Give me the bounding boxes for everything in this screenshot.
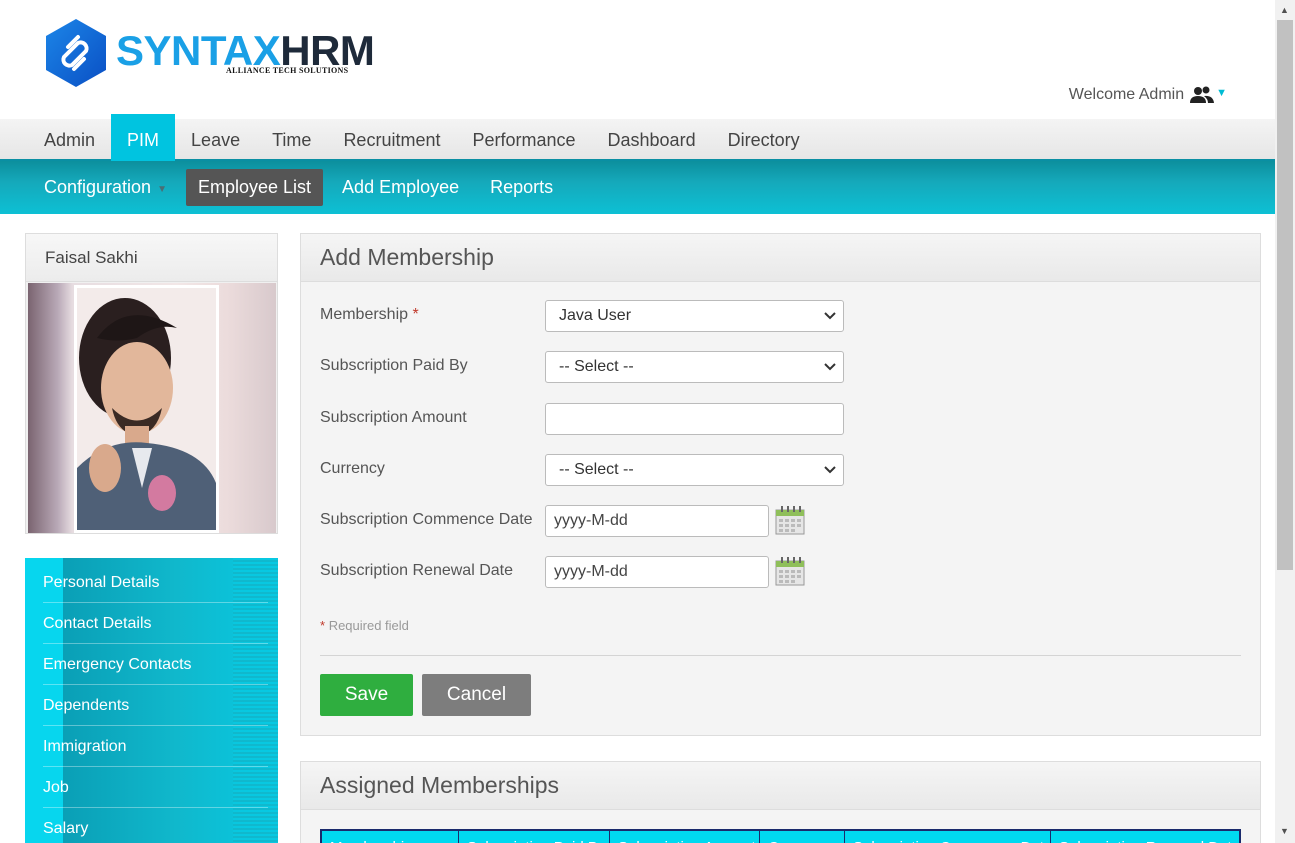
person-portrait-image: [77, 288, 216, 530]
side-menu-contact-details[interactable]: Contact Details: [25, 603, 278, 644]
logo[interactable]: SYNTAXHRM ALLIANCE TECH SOLUTIONS: [44, 17, 375, 92]
side-menu-emergency-contacts[interactable]: Emergency Contacts: [25, 644, 278, 685]
assigned-memberships-panel: Assigned Memberships Membership Subscrip…: [300, 761, 1261, 843]
required-asterisk: *: [412, 306, 419, 323]
side-menu-job[interactable]: Job: [25, 767, 278, 808]
chevron-down-icon: [824, 312, 836, 320]
nav-item-dashboard[interactable]: Dashboard: [592, 119, 712, 161]
scroll-down-arrow-icon[interactable]: ▼: [1280, 826, 1289, 836]
commence-date-row: Subscription Commence Date yyyy-M-dd: [320, 505, 860, 547]
column-header-amount[interactable]: Subscription Amount: [610, 831, 760, 843]
renewal-date-row: Subscription Renewal Date yyyy-M-dd: [320, 556, 860, 598]
currency-select[interactable]: -- Select --: [545, 454, 844, 486]
welcome-menu[interactable]: Welcome Admin ▼: [1069, 86, 1227, 104]
currency-row: Currency -- Select --: [320, 454, 860, 496]
column-header-renewal-date[interactable]: Subscription Renewal Date: [1051, 831, 1239, 843]
vertical-scrollbar[interactable]: ▲ ▼: [1275, 0, 1295, 843]
subnav-item-reports[interactable]: Reports: [478, 169, 565, 206]
logo-hex-icon: [46, 19, 106, 87]
profile-photo-frame: [28, 283, 276, 533]
add-membership-title: Add Membership: [301, 234, 1260, 282]
app-window: SYNTAXHRM ALLIANCE TECH SOLUTIONS Welcom…: [0, 0, 1295, 843]
column-header-commence-date[interactable]: Subscription Commence Date: [845, 831, 1051, 843]
paid-by-select-value: -- Select --: [559, 358, 634, 375]
required-note-text: Required field: [328, 618, 409, 633]
amount-input[interactable]: [545, 403, 844, 435]
scroll-up-arrow-icon[interactable]: ▲: [1280, 5, 1289, 15]
users-icon: [1190, 86, 1215, 103]
amount-label: Subscription Amount: [320, 409, 467, 426]
commence-date-label: Subscription Commence Date: [320, 511, 533, 528]
renewal-date-input[interactable]: yyyy-M-dd: [545, 556, 769, 588]
membership-label-text: Membership: [320, 306, 409, 323]
subnav-item-employee-list[interactable]: Employee List: [185, 169, 324, 206]
side-menu-dependents[interactable]: Dependents: [25, 685, 278, 726]
subnav-item-add-employee[interactable]: Add Employee: [330, 169, 471, 206]
nav-item-admin[interactable]: Admin: [28, 119, 111, 161]
currency-label: Currency: [320, 460, 385, 477]
nav-item-pim[interactable]: PIM: [111, 114, 176, 161]
calendar-icon[interactable]: [775, 505, 805, 535]
currency-select-value: -- Select --: [559, 461, 634, 478]
chevron-down-icon: [824, 466, 836, 474]
paid-by-row: Subscription Paid By -- Select --: [320, 351, 860, 393]
column-header-paid-by[interactable]: Subscription Paid By: [459, 831, 610, 843]
memberships-table-header: Membership Subscription Paid By Subscrip…: [320, 829, 1241, 843]
save-button[interactable]: Save: [320, 674, 413, 716]
membership-row: Membership * Java User: [320, 300, 860, 342]
subnav-item-configuration[interactable]: Configuration ▼: [32, 169, 179, 206]
caret-down-icon: ▼: [1216, 87, 1227, 99]
cancel-button[interactable]: Cancel: [422, 674, 531, 716]
nav-item-leave[interactable]: Leave: [175, 119, 256, 161]
nav-item-recruitment[interactable]: Recruitment: [327, 119, 456, 161]
employee-name: Faisal Sakhi: [26, 234, 277, 282]
required-note-asterisk: *: [320, 618, 326, 633]
side-menu-salary[interactable]: Salary: [25, 808, 278, 843]
add-membership-panel: Add Membership Membership * Java User Su…: [300, 233, 1261, 736]
employee-side-menu: Personal Details Contact Details Emergen…: [25, 558, 278, 843]
amount-row: Subscription Amount: [320, 403, 860, 445]
paid-by-label: Subscription Paid By: [320, 357, 468, 374]
side-menu-personal-details[interactable]: Personal Details: [25, 562, 278, 603]
required-field-note: * Required field: [320, 618, 409, 633]
chevron-down-icon: [824, 363, 836, 371]
calendar-icon[interactable]: [775, 556, 805, 586]
nav-item-directory[interactable]: Directory: [712, 119, 816, 161]
welcome-text: Welcome Admin: [1068, 86, 1185, 103]
nav-item-time[interactable]: Time: [256, 119, 327, 161]
main-navigation: Admin PIM Leave Time Recruitment Perform…: [0, 114, 1275, 161]
nav-item-performance[interactable]: Performance: [456, 119, 591, 161]
membership-select-value: Java User: [559, 307, 632, 324]
logo-tagline: ALLIANCE TECH SOLUTIONS: [226, 66, 349, 75]
paid-by-select[interactable]: -- Select --: [545, 351, 844, 383]
profile-card: Faisal Sakhi: [25, 233, 278, 534]
header: SYNTAXHRM ALLIANCE TECH SOLUTIONS Welcom…: [0, 0, 1275, 119]
profile-photo[interactable]: [74, 285, 219, 533]
assigned-memberships-title: Assigned Memberships: [301, 762, 1260, 810]
scrollbar-thumb[interactable]: [1277, 20, 1293, 570]
sub-navigation: Configuration ▼ Employee List Add Employe…: [0, 161, 1275, 214]
dropdown-triangle-icon: ▼: [157, 183, 167, 195]
membership-select[interactable]: Java User: [545, 300, 844, 332]
form-divider: [320, 655, 1241, 656]
membership-label: Membership *: [320, 306, 419, 324]
side-menu-immigration[interactable]: Immigration: [25, 726, 278, 767]
commence-date-input[interactable]: yyyy-M-dd: [545, 505, 769, 537]
column-header-currency[interactable]: Currency: [760, 831, 845, 843]
column-header-membership[interactable]: Membership: [322, 831, 459, 843]
subnav-configuration-label: Configuration: [44, 177, 152, 197]
renewal-date-label: Subscription Renewal Date: [320, 562, 513, 579]
